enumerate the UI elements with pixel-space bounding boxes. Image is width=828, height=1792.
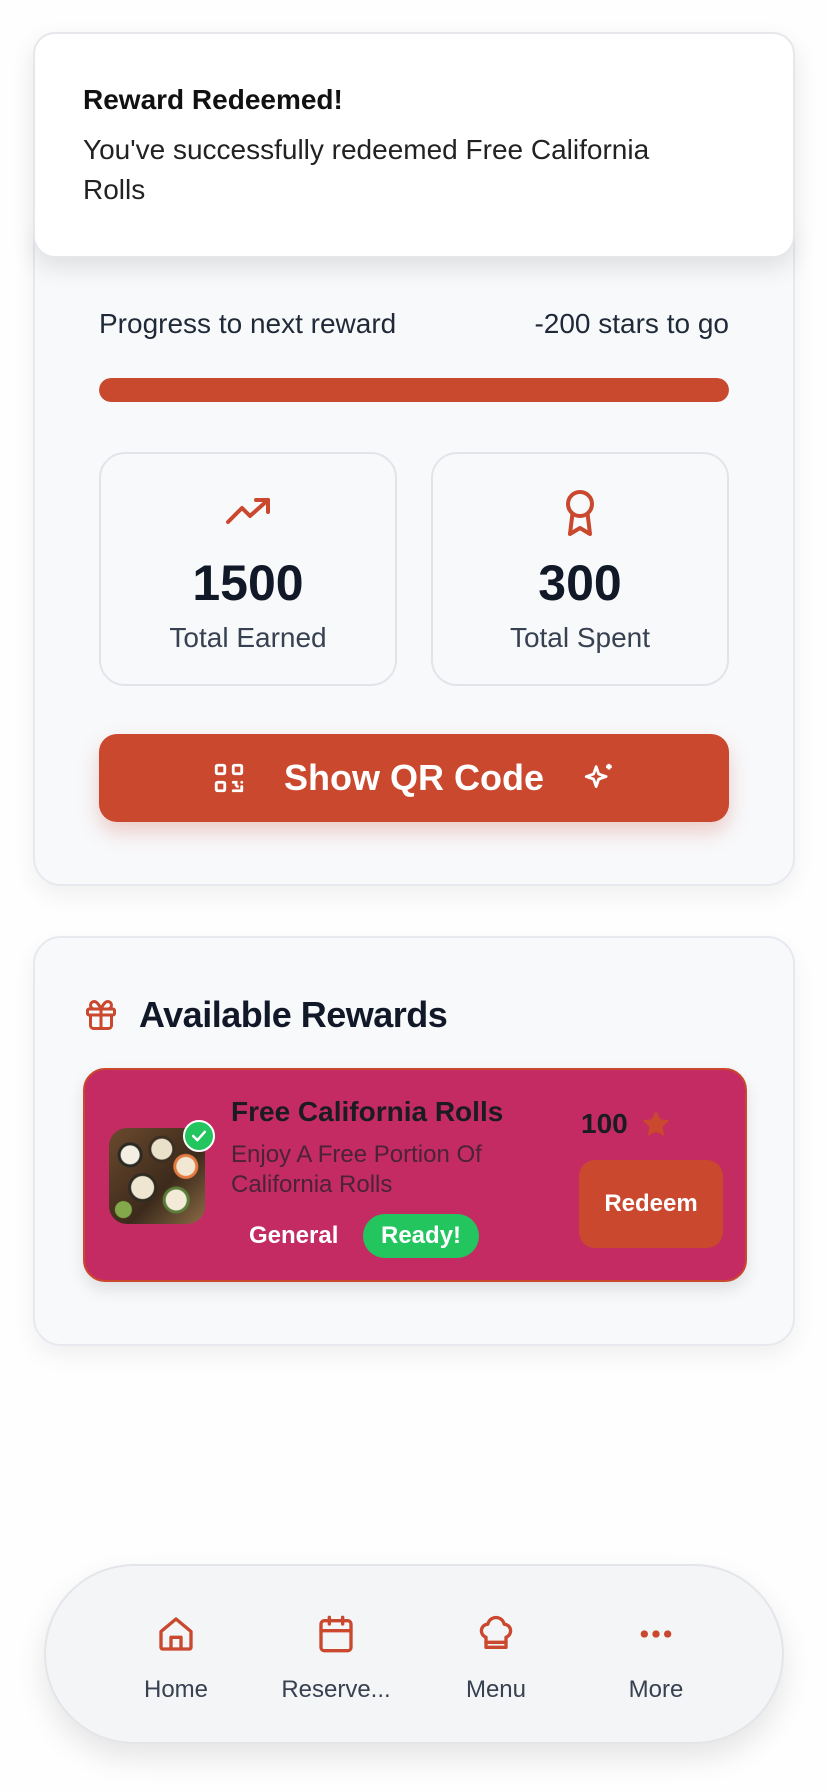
sparkles-icon (584, 763, 612, 788)
check-icon (183, 1120, 215, 1152)
progress-bar (99, 378, 729, 402)
show-qr-code-label: Show QR Code (284, 757, 544, 798)
progress-label: Progress to next reward (99, 308, 397, 339)
award-icon (566, 490, 594, 536)
nav-item-menu[interactable]: Menu (416, 1614, 576, 1704)
nav-item-home[interactable]: Home (96, 1614, 256, 1704)
bottom-nav: Home Reserve... Menu More (44, 1564, 784, 1744)
star-icon (642, 1110, 670, 1136)
redeem-button[interactable]: Redeem (579, 1160, 723, 1248)
progress-fill (99, 378, 729, 402)
toast-message: You've successfully redeemed Free Califo… (83, 134, 650, 205)
nav-label-home: Home (143, 1676, 209, 1703)
available-rewards-section: Available Rewards Free California Rolls … (33, 936, 795, 1346)
home-icon (159, 1617, 193, 1651)
total-spent-value: 300 (538, 555, 622, 611)
total-earned-value: 1500 (192, 555, 304, 611)
total-earned-label: Total Earned (169, 622, 327, 653)
reward-name: Free California Rolls (231, 1096, 504, 1127)
nav-label-reserve: Reserve... (281, 1676, 391, 1703)
loyalty-card: Progress to next reward -200 stars to go… (33, 210, 795, 886)
gift-icon (86, 1000, 116, 1030)
more-dots-icon (640, 1630, 672, 1638)
trending-up-icon (226, 498, 270, 524)
ready-badge: Ready! (363, 1214, 480, 1258)
calendar-icon (319, 1615, 353, 1653)
reward-description: Enjoy A Free Portion Of California Rolls (231, 1141, 482, 1198)
nav-label-menu: Menu (465, 1676, 527, 1703)
reward-category: General (249, 1222, 339, 1249)
total-spent-label: Total Spent (509, 622, 651, 653)
reward-item[interactable]: Free California Rolls Enjoy A Free Porti… (83, 1068, 747, 1282)
toast-title: Reward Redeemed! (83, 84, 343, 115)
chef-hat-icon (479, 1615, 513, 1649)
progress-row: Progress to next reward -200 stars to go (99, 308, 729, 340)
rewards-header: Available Rewards (83, 994, 448, 1036)
total-earned-stat: 1500 Total Earned (99, 452, 397, 686)
show-qr-code-button[interactable]: Show QR Code (99, 734, 729, 822)
nav-item-reserve[interactable]: Reserve... (256, 1614, 416, 1704)
qr-code-icon (214, 763, 244, 793)
reward-cost: 100 (581, 1108, 672, 1140)
total-spent-stat: 300 Total Spent (431, 452, 729, 686)
nav-item-more[interactable]: More (576, 1614, 736, 1704)
rewards-title: Available Rewards (139, 994, 448, 1035)
stars-remaining: -200 stars to go (534, 308, 729, 339)
reward-cost-value: 100 (581, 1108, 628, 1139)
reward-redeemed-toast: Reward Redeemed! You've successfully red… (33, 32, 795, 258)
rewards-page: Progress to next reward -200 stars to go… (0, 0, 828, 1792)
nav-label-more: More (628, 1676, 684, 1703)
